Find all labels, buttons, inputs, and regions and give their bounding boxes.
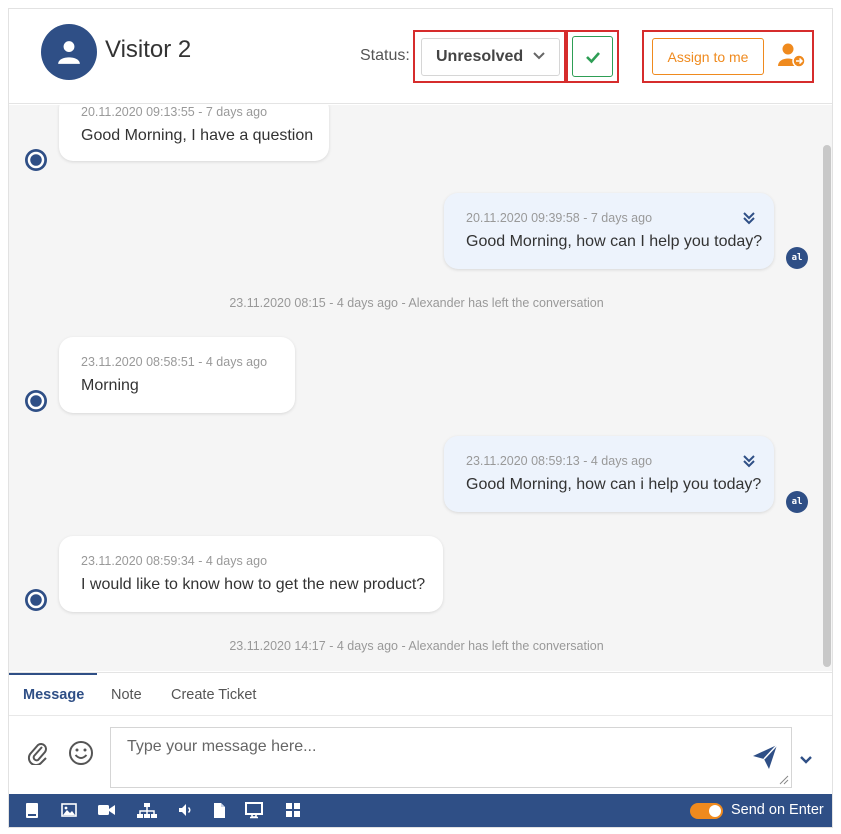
user-icon xyxy=(27,392,45,410)
message-list[interactable]: 20.11.2020 09:13:55 - 7 days ago Good Mo… xyxy=(9,105,832,671)
emoji-icon[interactable] xyxy=(68,740,94,766)
audio-icon[interactable] xyxy=(178,802,194,818)
message-text: Good Morning, how can I help you today? xyxy=(466,233,763,250)
active-tab-indicator xyxy=(9,673,97,675)
message-timestamp: 20.11.2020 09:39:58 - 7 days ago xyxy=(466,211,653,225)
system-message: 23.11.2020 14:17 - 4 days ago - Alexande… xyxy=(229,639,604,653)
status-value: Unresolved xyxy=(436,48,524,65)
user-icon xyxy=(27,591,45,609)
resolve-highlight-box xyxy=(566,30,619,83)
book-icon[interactable] xyxy=(25,802,39,819)
message-timestamp: 23.11.2020 08:58:51 - 4 days ago xyxy=(81,355,268,369)
agent-avatar: al xyxy=(786,491,808,513)
double-check-icon xyxy=(743,455,755,468)
assign-highlight-box: Assign to me xyxy=(642,30,814,83)
message-text: Morning xyxy=(81,377,139,394)
message-timestamp: 23.11.2020 08:59:34 - 4 days ago xyxy=(81,554,268,568)
composer-tabs: Message Note Create Ticket xyxy=(9,672,832,716)
message-input[interactable] xyxy=(111,728,791,787)
agent-message: 23.11.2020 08:59:13 - 4 days ago Good Mo… xyxy=(444,436,774,512)
file-icon[interactable] xyxy=(213,802,226,819)
visitor-mini-avatar xyxy=(25,390,47,412)
message-composer xyxy=(9,716,832,794)
message-input-box xyxy=(110,727,792,788)
assign-user-icon[interactable] xyxy=(778,42,806,68)
tab-create-ticket[interactable]: Create Ticket xyxy=(171,687,256,703)
tab-message[interactable]: Message xyxy=(23,687,84,703)
conversation-header: Visitor 2 Status: Unresolved Assign to m… xyxy=(9,9,832,104)
message-text: Good Morning, I have a question xyxy=(81,127,314,144)
status-highlight-box: Unresolved xyxy=(413,30,566,83)
resize-grip-icon[interactable] xyxy=(779,775,789,785)
visitor-message: 20.11.2020 09:13:55 - 7 days ago Good Mo… xyxy=(59,105,329,161)
chat-window: Visitor 2 Status: Unresolved Assign to m… xyxy=(8,8,833,828)
chat-scrollbar[interactable] xyxy=(823,145,831,667)
visitor-mini-avatar xyxy=(25,589,47,611)
sitemap-icon[interactable] xyxy=(137,802,157,819)
image-icon[interactable] xyxy=(61,802,77,818)
visitor-message: 23.11.2020 08:58:51 - 4 days ago Morning xyxy=(59,337,295,413)
message-text: I would like to know how to get the new … xyxy=(81,576,426,593)
send-on-enter-label: Send on Enter xyxy=(731,802,824,818)
visitor-mini-avatar xyxy=(25,149,47,171)
resolve-button[interactable] xyxy=(572,36,613,77)
message-timestamp: 20.11.2020 09:13:55 - 7 days ago xyxy=(81,105,268,119)
status-label: Status: xyxy=(360,47,410,64)
message-timestamp: 23.11.2020 08:59:13 - 4 days ago xyxy=(466,454,653,468)
double-check-icon xyxy=(743,212,755,225)
send-on-enter-toggle[interactable] xyxy=(690,803,723,819)
visitor-name: Visitor 2 xyxy=(105,36,192,63)
system-message: 23.11.2020 08:15 - 4 days ago - Alexande… xyxy=(229,296,604,310)
send-icon[interactable] xyxy=(752,744,778,770)
monitor-icon[interactable] xyxy=(245,802,263,819)
status-select[interactable]: Unresolved xyxy=(421,38,560,76)
chevron-down-icon xyxy=(533,52,545,60)
agent-avatar: al xyxy=(786,247,808,269)
user-icon xyxy=(58,41,80,64)
check-icon xyxy=(585,51,600,63)
message-text: Good Morning, how can i help you today? xyxy=(466,476,762,493)
bottom-toolbar: Send on Enter xyxy=(9,794,832,827)
grid-icon[interactable] xyxy=(285,802,301,818)
tab-note[interactable]: Note xyxy=(111,687,142,703)
assign-to-me-button[interactable]: Assign to me xyxy=(652,38,764,75)
visitor-avatar xyxy=(41,24,97,80)
chevron-down-icon[interactable] xyxy=(798,752,814,768)
visitor-message: 23.11.2020 08:59:34 - 4 days ago I would… xyxy=(59,536,443,612)
paperclip-icon[interactable] xyxy=(27,741,49,765)
agent-message: 20.11.2020 09:39:58 - 7 days ago Good Mo… xyxy=(444,193,774,269)
video-icon[interactable] xyxy=(97,802,116,818)
user-icon xyxy=(27,151,45,169)
toggle-knob xyxy=(709,805,721,817)
